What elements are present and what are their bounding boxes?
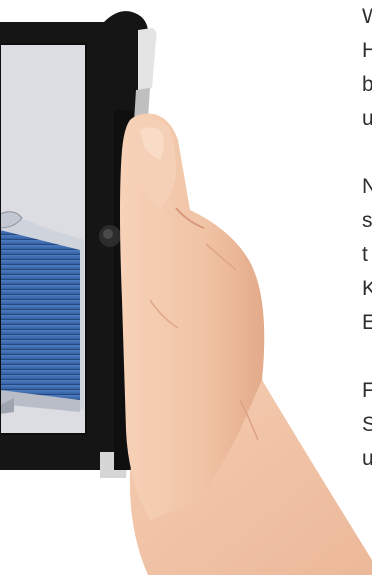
text-line: u <box>362 447 372 470</box>
tablet-screen <box>0 43 87 435</box>
text-line: F <box>362 379 372 402</box>
text-line: H <box>362 39 372 62</box>
text-line: S <box>362 413 372 436</box>
text-line: t <box>362 243 368 266</box>
model-illustration <box>0 230 80 402</box>
hand <box>120 113 372 575</box>
text-line: N <box>362 175 372 198</box>
text-line: W <box>362 5 372 28</box>
text-line: K <box>362 277 372 300</box>
text-line: b <box>362 73 372 96</box>
product-photo <box>0 11 372 575</box>
cropped-text-column: W H b u N s t K E F S u <box>362 0 372 476</box>
text-line: s <box>362 209 372 232</box>
corner-clip <box>138 28 157 92</box>
text-line: E <box>362 311 372 334</box>
text-line: u <box>362 107 372 130</box>
